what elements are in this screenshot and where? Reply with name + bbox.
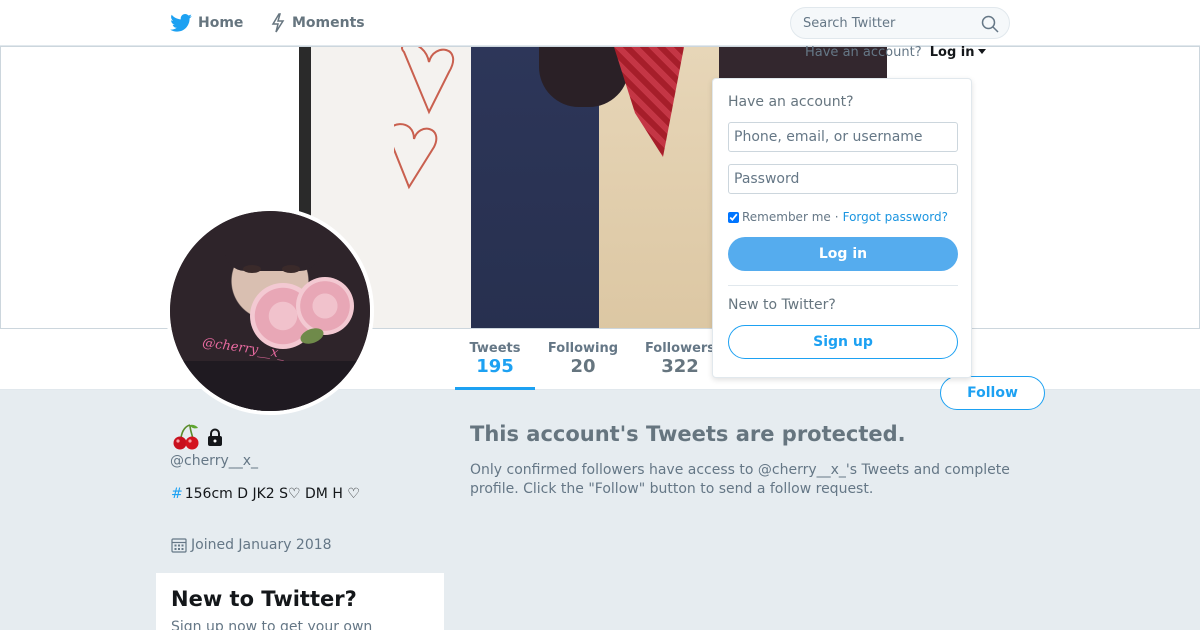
- joined-date: Joined January 2018: [171, 537, 332, 553]
- stat-value: 20: [570, 356, 596, 377]
- password-field[interactable]: [728, 164, 958, 194]
- login-hint-text: Have an account?: [805, 45, 922, 60]
- bio-text: 156cm D JK2 S♡ DM H ♡: [184, 486, 360, 502]
- top-nav: Home Moments: [0, 0, 1200, 46]
- cherry-icon: [173, 424, 199, 450]
- protected-title: This account's Tweets are protected.: [470, 422, 906, 446]
- separator: ·: [834, 210, 839, 224]
- divider: [728, 285, 958, 286]
- lightning-icon: [271, 13, 285, 33]
- heart-drawings: [394, 47, 455, 190]
- calendar-icon: [171, 538, 187, 553]
- login-link-label: Log in: [929, 45, 975, 60]
- login-hint: Have an account? Log in: [805, 45, 986, 60]
- new-box-subtitle: Sign up now to get your own: [171, 619, 373, 630]
- hashtag-symbol[interactable]: #: [171, 486, 183, 502]
- stat-label: Following: [547, 341, 619, 356]
- follow-button[interactable]: Follow: [940, 376, 1045, 410]
- login-dropdown: Have an account? Remember me · Forgot pa…: [712, 78, 972, 378]
- stat-label: Tweets: [469, 341, 521, 356]
- search-icon[interactable]: [981, 15, 999, 33]
- nav-moments[interactable]: Moments: [270, 12, 365, 34]
- nav-moments-label: Moments: [292, 15, 365, 31]
- profile-handle[interactable]: @cherry__x_: [170, 453, 258, 469]
- remember-checkbox[interactable]: [728, 211, 739, 223]
- caret-down-icon: [977, 49, 986, 54]
- twitter-bird-icon: [170, 14, 192, 32]
- new-question: New to Twitter?: [728, 297, 836, 313]
- stat-value: 322: [661, 356, 699, 377]
- new-box-title: New to Twitter?: [171, 587, 357, 611]
- profile-name: [172, 424, 224, 450]
- login-button[interactable]: Log in: [728, 237, 958, 271]
- avatar[interactable]: @cherry__x_: [166, 207, 374, 415]
- username-field[interactable]: [728, 122, 958, 152]
- lock-icon: [208, 428, 222, 446]
- search-box: [790, 7, 1010, 39]
- protected-body: Only confirmed followers have access to …: [470, 462, 1010, 497]
- login-dropdown-toggle[interactable]: Log in: [930, 45, 986, 60]
- signup-button[interactable]: Sign up: [728, 325, 958, 359]
- login-question: Have an account?: [728, 94, 854, 110]
- profile-bio: #156cm D JK2 S♡ DM H ♡: [171, 484, 371, 504]
- stat-tweets[interactable]: Tweets 195: [455, 341, 535, 390]
- stat-label: Followers: [644, 341, 716, 356]
- nav-home[interactable]: Home: [170, 12, 243, 34]
- remember-row: Remember me · Forgot password?: [728, 210, 956, 224]
- stat-following[interactable]: Following 20: [545, 341, 621, 377]
- nav-home-label: Home: [198, 15, 244, 31]
- stat-value: 195: [476, 356, 514, 377]
- forgot-password-link[interactable]: Forgot password?: [843, 210, 948, 224]
- remember-label: Remember me: [742, 210, 831, 224]
- joined-text: Joined January 2018: [191, 537, 332, 553]
- new-to-twitter-box: New to Twitter? Sign up now to get your …: [156, 573, 444, 630]
- stat-followers[interactable]: Followers 322: [642, 341, 718, 377]
- search-input[interactable]: [803, 15, 973, 31]
